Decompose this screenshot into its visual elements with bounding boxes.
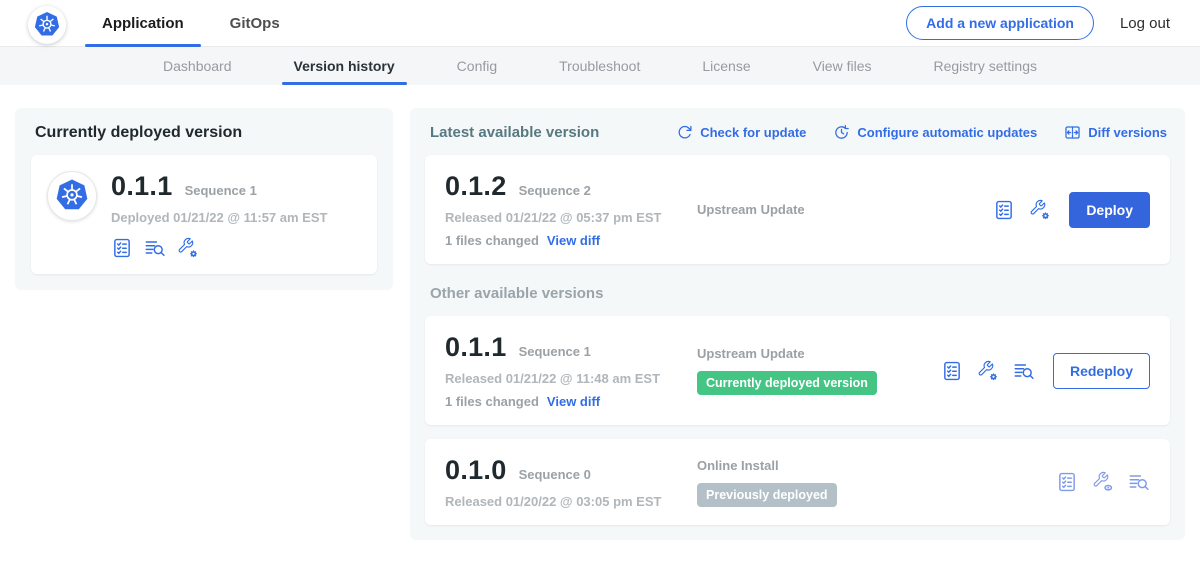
checklist-icon[interactable] [111, 237, 133, 259]
header-right: Add a new application Log out [906, 6, 1170, 40]
checklist-icon[interactable] [941, 360, 963, 382]
logs-icon[interactable] [1013, 360, 1035, 382]
main-content: Currently deployed version [0, 85, 1200, 540]
deployed-actions [111, 237, 327, 259]
version-row-source: Upstream Update Currently deployed versi… [697, 332, 941, 409]
version-row-source: Online Install Previously deployed [697, 455, 1056, 509]
tab-view-files-label: View files [813, 58, 872, 74]
kubernetes-logo [28, 6, 66, 44]
tab-license-label: License [702, 58, 750, 74]
source-label: Upstream Update [697, 202, 993, 217]
version-row-details: 0.1.0 Sequence 0 Released 01/20/22 @ 03:… [445, 455, 697, 509]
files-changed-label: 1 files changed [445, 394, 539, 409]
header-tabs: Application GitOps [100, 0, 324, 47]
other-versions-title: Other available versions [430, 285, 1165, 302]
tab-view-files[interactable]: View files [811, 47, 874, 85]
version-row-actions: Deploy [993, 171, 1150, 248]
deployed-version-number: 0.1.1 [111, 171, 173, 202]
configure-automatic-updates-label: Configure automatic updates [857, 125, 1037, 140]
wrench-gear-icon[interactable] [177, 237, 199, 259]
logs-icon[interactable] [1128, 471, 1150, 493]
version-row-details: 0.1.1 Sequence 1 Released 01/21/22 @ 11:… [445, 332, 697, 409]
currently-deployed-card: Currently deployed version [15, 108, 393, 290]
currently-deployed-title: Currently deployed version [35, 124, 377, 142]
wrench-gear-icon[interactable] [1029, 199, 1051, 221]
released-timestamp: Released 01/21/22 @ 05:37 pm EST [445, 210, 697, 225]
view-diff-link[interactable]: View diff [547, 233, 600, 248]
tab-config-label: Config [457, 58, 497, 74]
latest-version-title: Latest available version [430, 124, 599, 141]
tab-application[interactable]: Application [100, 0, 186, 47]
tab-config[interactable]: Config [455, 47, 499, 85]
diff-versions-link[interactable]: Diff versions [1064, 124, 1167, 141]
wrench-gear-icon[interactable] [977, 360, 999, 382]
version-row-0-1-0: 0.1.0 Sequence 0 Released 01/20/22 @ 03:… [425, 439, 1170, 525]
add-application-button[interactable]: Add a new application [906, 6, 1094, 40]
tab-registry-settings[interactable]: Registry settings [932, 47, 1039, 85]
deployed-version-card: 0.1.1 Sequence 1 Deployed 01/21/22 @ 11:… [31, 155, 377, 274]
released-timestamp: Released 01/20/22 @ 03:05 pm EST [445, 494, 697, 509]
wrench-eye-icon[interactable] [1092, 471, 1114, 493]
version-number: 0.1.0 [445, 455, 507, 486]
source-label: Online Install [697, 458, 1056, 473]
tab-troubleshoot[interactable]: Troubleshoot [557, 47, 642, 85]
version-actions: Check for update Configure automatic upd… [676, 124, 1167, 141]
latest-version-header: Latest available version Check for updat… [425, 122, 1170, 141]
sequence-label: Sequence 2 [519, 183, 591, 198]
configure-automatic-updates-link[interactable]: Configure automatic updates [833, 124, 1037, 141]
version-row-source: Upstream Update [697, 171, 993, 248]
checklist-icon[interactable] [1056, 471, 1078, 493]
tab-registry-settings-label: Registry settings [934, 58, 1037, 74]
tab-dashboard-label: Dashboard [163, 58, 232, 74]
previously-deployed-badge: Previously deployed [697, 483, 837, 507]
tab-version-history-label: Version history [294, 58, 395, 74]
files-changed-label: 1 files changed [445, 233, 539, 248]
app-subnav: Dashboard Version history Config Trouble… [0, 47, 1200, 85]
version-number: 0.1.1 [445, 332, 507, 363]
version-row-0-1-1: 0.1.1 Sequence 1 Released 01/21/22 @ 11:… [425, 316, 1170, 425]
deployed-version-details: 0.1.1 Sequence 1 Deployed 01/21/22 @ 11:… [111, 171, 327, 259]
tab-dashboard[interactable]: Dashboard [161, 47, 234, 85]
checklist-icon[interactable] [993, 199, 1015, 221]
app-header: Application GitOps Add a new application… [0, 0, 1200, 47]
version-row-0-1-2: 0.1.2 Sequence 2 Released 01/21/22 @ 05:… [425, 155, 1170, 264]
version-row-actions [1056, 455, 1150, 509]
tab-gitops[interactable]: GitOps [228, 0, 282, 47]
redeploy-button[interactable]: Redeploy [1053, 353, 1150, 389]
version-row-details: 0.1.2 Sequence 2 Released 01/21/22 @ 05:… [445, 171, 697, 248]
diff-versions-label: Diff versions [1088, 125, 1167, 140]
source-label: Upstream Update [697, 346, 941, 361]
version-row-actions: Redeploy [941, 332, 1150, 409]
tab-license[interactable]: License [700, 47, 752, 85]
kubernetes-logo-icon [32, 10, 62, 40]
tab-version-history[interactable]: Version history [292, 47, 397, 85]
refresh-icon [676, 124, 693, 141]
clock-refresh-icon [833, 124, 850, 141]
sequence-label: Sequence 0 [519, 467, 591, 482]
app-logo [47, 171, 97, 221]
view-diff-link[interactable]: View diff [547, 394, 600, 409]
tab-application-label: Application [102, 15, 184, 32]
version-history-panel: Latest available version Check for updat… [410, 108, 1185, 540]
kubernetes-logo-icon [53, 177, 91, 215]
deployed-timestamp: Deployed 01/21/22 @ 11:57 am EST [111, 210, 327, 225]
tab-troubleshoot-label: Troubleshoot [559, 58, 640, 74]
check-for-update-link[interactable]: Check for update [676, 124, 806, 141]
diff-icon [1064, 124, 1081, 141]
currently-deployed-badge: Currently deployed version [697, 371, 877, 395]
logout-button[interactable]: Log out [1120, 15, 1170, 32]
released-timestamp: Released 01/21/22 @ 11:48 am EST [445, 371, 697, 386]
check-for-update-label: Check for update [700, 125, 806, 140]
tab-gitops-label: GitOps [230, 15, 280, 32]
version-number: 0.1.2 [445, 171, 507, 202]
logs-icon[interactable] [144, 237, 166, 259]
deployed-sequence-label: Sequence 1 [185, 183, 257, 198]
sequence-label: Sequence 1 [519, 344, 591, 359]
deploy-button[interactable]: Deploy [1069, 192, 1150, 228]
